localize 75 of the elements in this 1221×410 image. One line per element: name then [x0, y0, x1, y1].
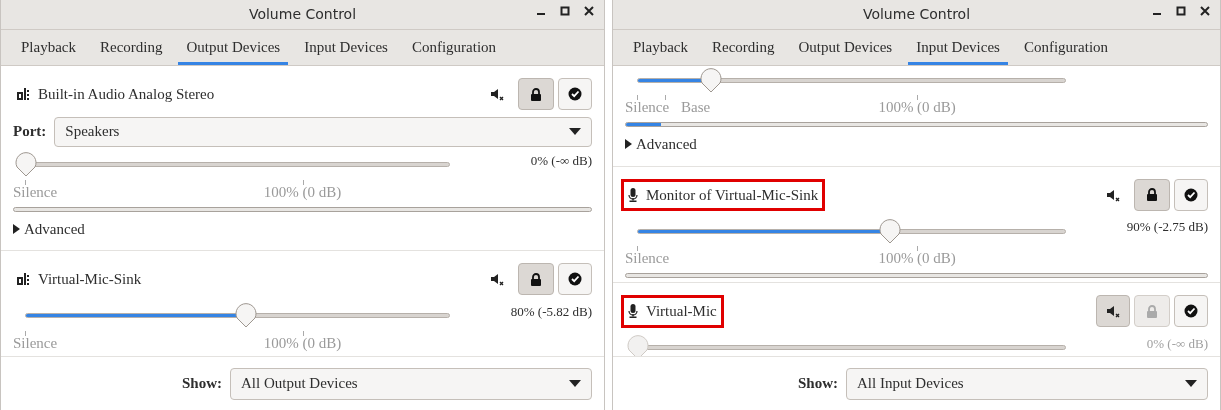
- tab[interactable]: Configuration: [1015, 33, 1117, 65]
- scale-label: Silence: [625, 100, 670, 115]
- check-circle-icon: [1184, 187, 1198, 202]
- lock-icon: [1146, 304, 1158, 318]
- slider-thumb[interactable]: [14, 151, 38, 177]
- microphone-icon: [628, 304, 638, 319]
- show-dropdown[interactable]: All Output Devices: [230, 367, 592, 400]
- slider-thumb[interactable]: [626, 334, 650, 356]
- lock-button[interactable]: [518, 78, 554, 111]
- scale-label: Base: [681, 100, 711, 115]
- tab[interactable]: Recording: [704, 33, 783, 65]
- default-device-button[interactable]: [1174, 295, 1208, 328]
- lock-button[interactable]: [518, 263, 554, 296]
- default-device-button[interactable]: [1174, 178, 1208, 211]
- volume-reading: 0% (-∞ dB): [1145, 334, 1208, 353]
- sound-card-icon: [16, 87, 30, 102]
- slider-thumb[interactable]: [698, 66, 723, 93]
- microphone-icon: [628, 187, 638, 202]
- show-label: Show:: [798, 374, 838, 394]
- tab[interactable]: Recording: [92, 33, 171, 65]
- maximize-icon[interactable]: [1176, 6, 1186, 16]
- volume-reading: 80% (-5.82 dB): [509, 302, 592, 321]
- tab[interactable]: Output Devices: [178, 33, 289, 65]
- scale-label: 100% (0 dB): [878, 100, 956, 115]
- tab[interactable]: Output Devices: [790, 33, 901, 65]
- check-circle-icon: [568, 87, 582, 102]
- port-label: Port:: [13, 122, 47, 142]
- scale-label: 100% (0 dB): [878, 251, 956, 266]
- speaker-mute-icon: [1106, 304, 1120, 319]
- check-circle-icon: [568, 272, 582, 287]
- device-name: Monitor of Virtual-Mic-Sink: [646, 185, 819, 205]
- dropdown-caret-icon: [569, 128, 581, 135]
- expander-arrow-icon: [13, 223, 20, 234]
- close-icon[interactable]: [1200, 6, 1210, 16]
- mute-button[interactable]: [1096, 295, 1130, 328]
- volume-reading: 90% (-2.75 dB): [1125, 218, 1208, 236]
- sound-card-icon: [16, 272, 30, 287]
- default-device-button[interactable]: [558, 78, 592, 111]
- advanced-expander[interactable]: Advanced: [625, 127, 697, 162]
- speaker-mute-icon: [490, 87, 504, 102]
- tab[interactable]: Input Devices: [908, 33, 1008, 65]
- show-label: Show:: [182, 374, 222, 394]
- scale-label: Silence: [625, 251, 670, 266]
- window-title: Volume Control: [862, 5, 971, 24]
- tab[interactable]: Playback: [13, 33, 84, 65]
- check-circle-icon: [1184, 304, 1198, 319]
- device-name: Virtual-Mic-Sink: [38, 270, 142, 289]
- slider-thumb[interactable]: [233, 302, 258, 328]
- lock-icon: [1146, 188, 1158, 202]
- lock-button[interactable]: [1134, 178, 1170, 211]
- lock-icon: [530, 272, 542, 286]
- dropdown-caret-icon: [1185, 380, 1197, 387]
- show-dropdown[interactable]: All Input Devices: [846, 367, 1208, 400]
- advanced-expander[interactable]: Advanced: [13, 211, 85, 246]
- tab[interactable]: Playback: [625, 33, 696, 65]
- scale-label: Silence: [13, 335, 58, 351]
- device-name: Built-in Audio Analog Stereo: [38, 85, 215, 104]
- volume-reading: 0% (-∞ dB): [529, 151, 592, 170]
- speaker-mute-icon: [1106, 187, 1120, 202]
- port-dropdown[interactable]: Speakers: [54, 116, 592, 147]
- tab[interactable]: Input Devices: [296, 33, 396, 65]
- scale-label: 100% (0 dB): [263, 335, 342, 351]
- expander-arrow-icon: [625, 139, 632, 150]
- device-name: Virtual-Mic: [646, 302, 717, 321]
- scale-label: 100% (0 dB): [263, 184, 342, 200]
- maximize-icon[interactable]: [560, 6, 570, 16]
- slider-thumb[interactable]: [877, 217, 902, 244]
- tab[interactable]: Configuration: [403, 33, 505, 65]
- default-device-button[interactable]: [558, 263, 592, 296]
- lock-icon: [530, 87, 542, 101]
- window-title: Volume Control: [248, 5, 357, 24]
- speaker-mute-icon: [490, 272, 504, 287]
- scale-label: Silence: [13, 184, 58, 200]
- dropdown-caret-icon: [569, 380, 581, 387]
- close-icon[interactable]: [584, 6, 594, 16]
